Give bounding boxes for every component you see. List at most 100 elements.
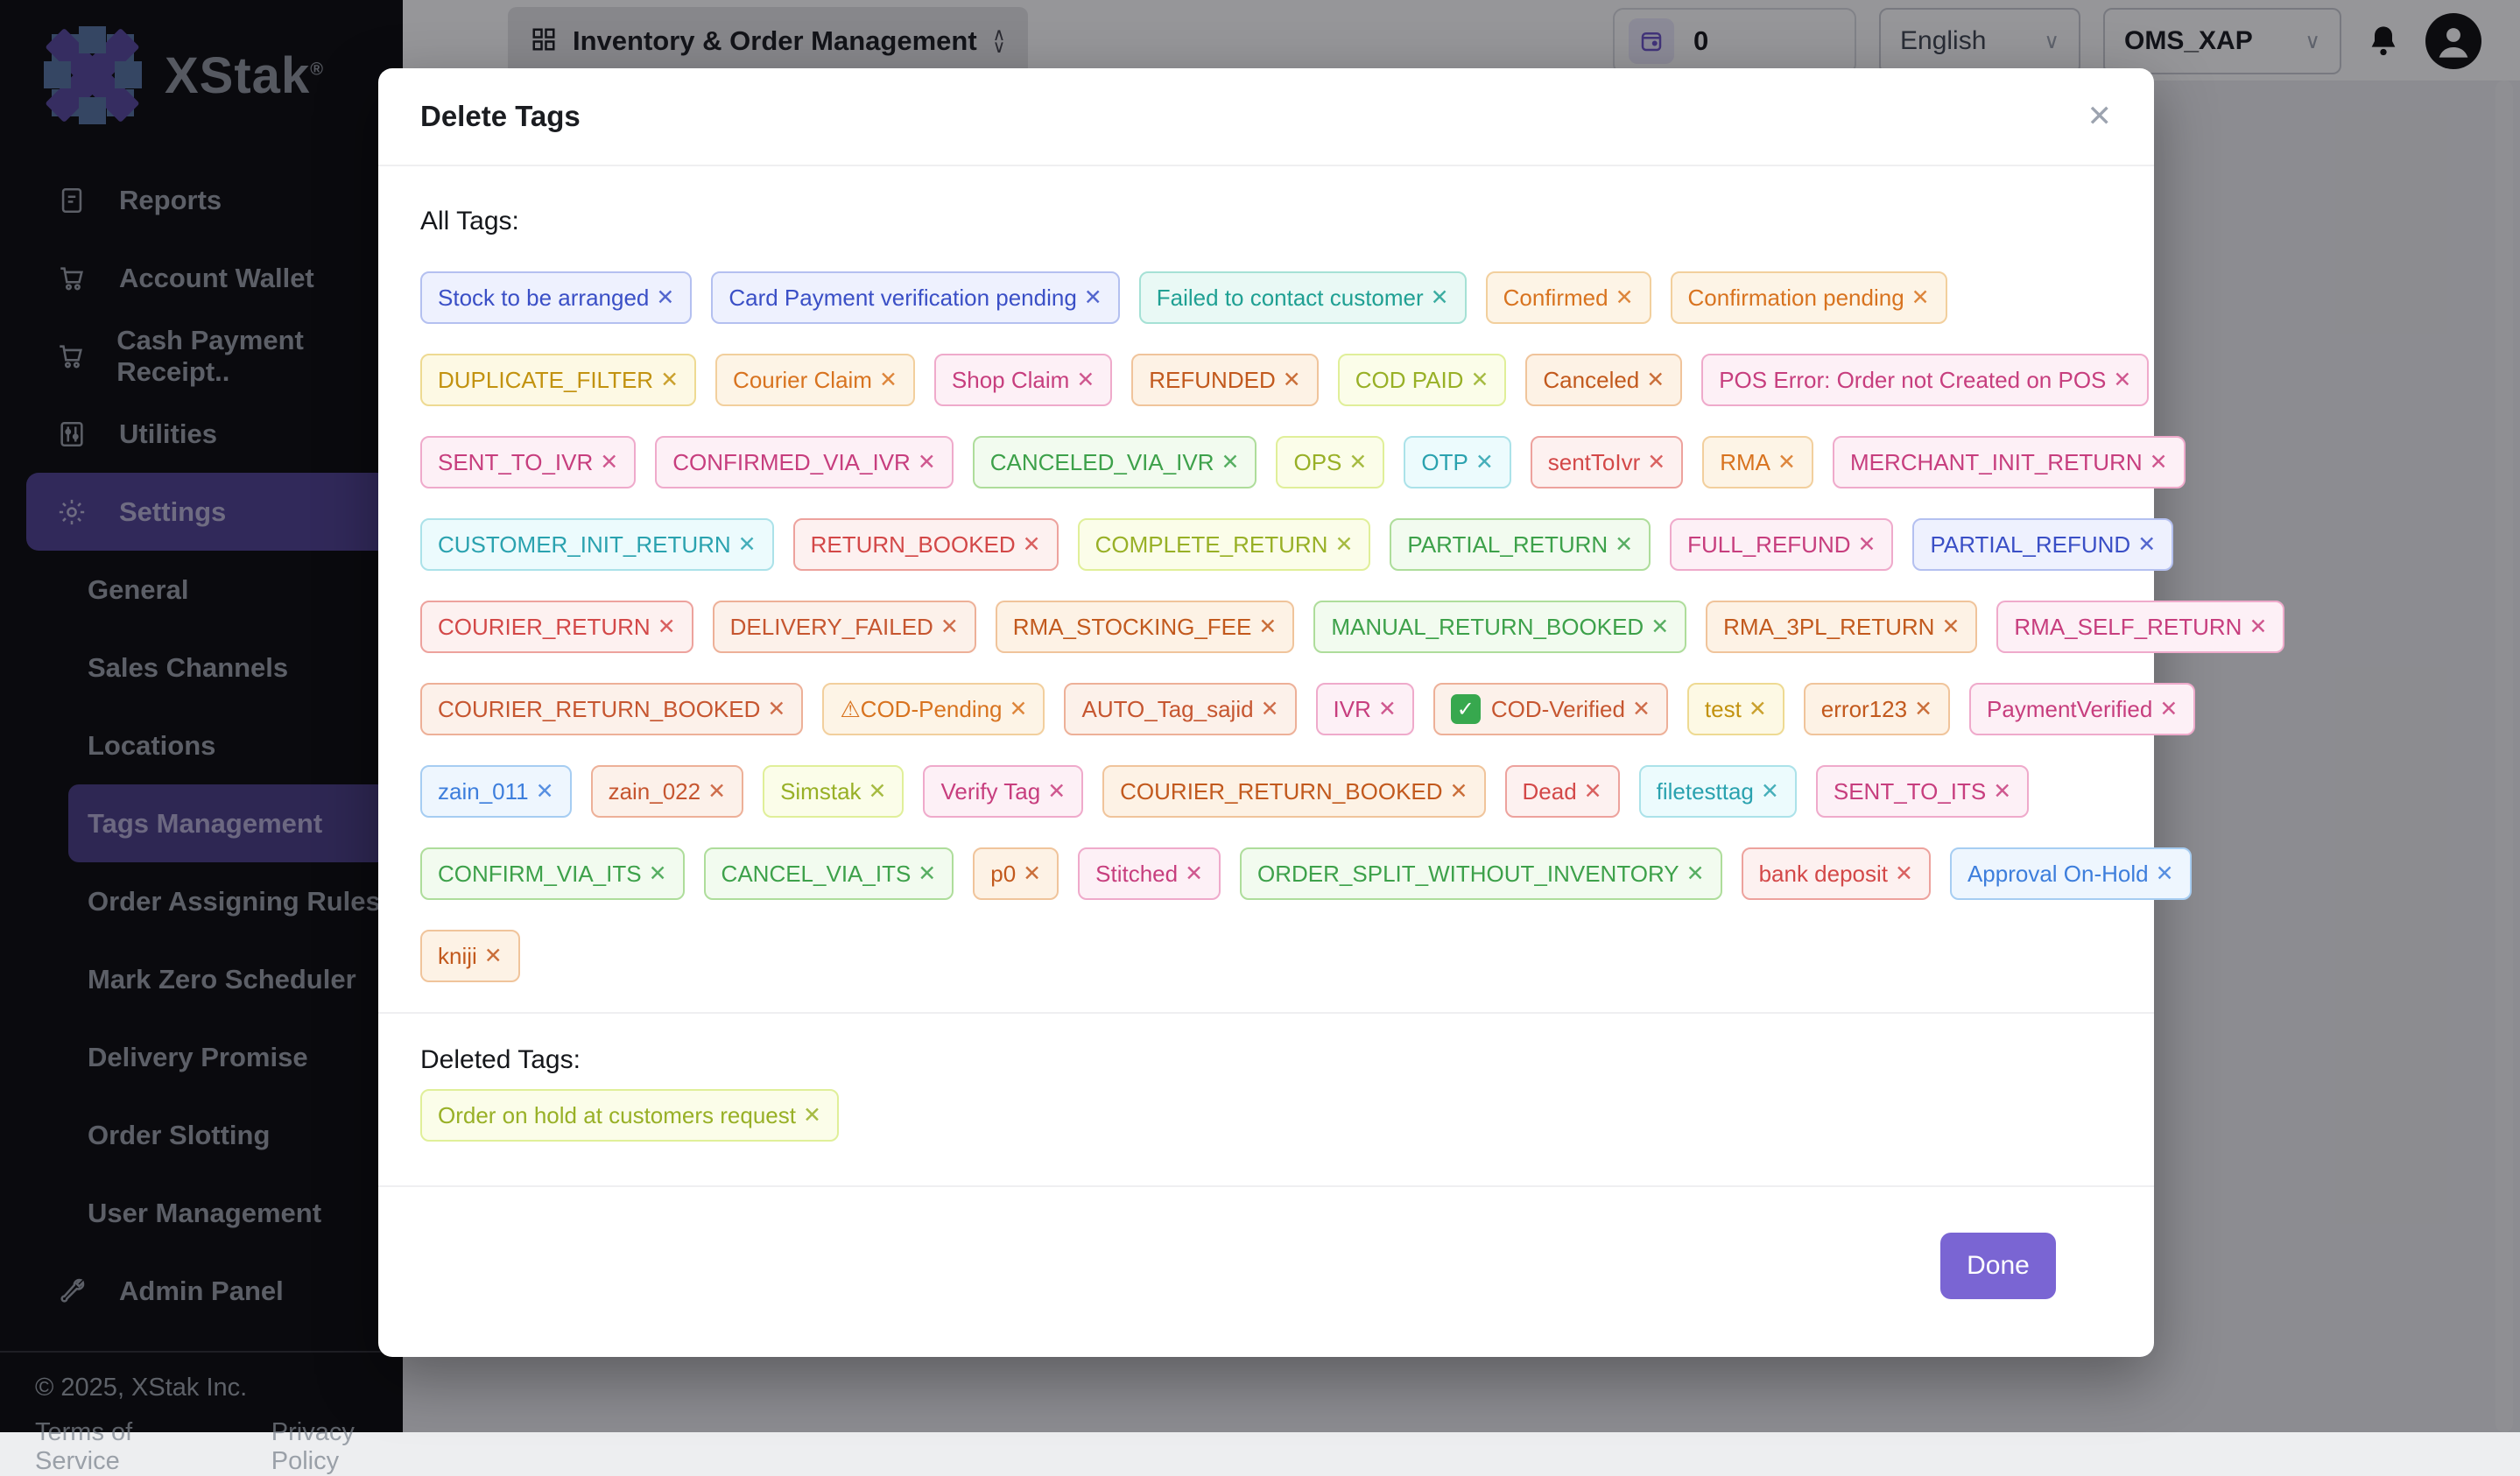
tag-chip[interactable]: Dead✕ xyxy=(1505,765,1620,818)
tag-chip[interactable]: SENT_TO_ITS✕ xyxy=(1816,765,2029,818)
remove-tag-icon[interactable]: ✕ xyxy=(879,367,897,393)
remove-tag-icon[interactable]: ✕ xyxy=(1221,449,1240,475)
tag-chip[interactable]: Canceled✕ xyxy=(1525,354,1682,406)
remove-tag-icon[interactable]: ✕ xyxy=(1632,696,1651,722)
tag-chip[interactable]: COURIER_RETURN✕ xyxy=(420,601,693,653)
tag-chip[interactable]: RETURN_BOOKED✕ xyxy=(793,518,1059,571)
remove-tag-icon[interactable]: ✕ xyxy=(1475,449,1494,475)
tag-chip[interactable]: kniji✕ xyxy=(420,930,520,982)
tag-chip[interactable]: OTP✕ xyxy=(1404,436,1510,488)
remove-tag-icon[interactable]: ✕ xyxy=(649,861,667,887)
tag-chip[interactable]: OPS✕ xyxy=(1276,436,1384,488)
tag-chip[interactable]: ORDER_SPLIT_WITHOUT_INVENTORY✕ xyxy=(1240,847,1722,900)
tag-chip[interactable]: CUSTOMER_INIT_RETURN✕ xyxy=(420,518,774,571)
tag-chip[interactable]: error123✕ xyxy=(1804,683,1950,735)
tag-chip[interactable]: zain_022✕ xyxy=(591,765,744,818)
tag-chip[interactable]: test✕ xyxy=(1687,683,1784,735)
remove-tag-icon[interactable]: ✕ xyxy=(2137,531,2156,558)
tag-chip[interactable]: Confirmed✕ xyxy=(1486,271,1651,324)
tag-chip[interactable]: REFUNDED✕ xyxy=(1131,354,1318,406)
remove-tag-icon[interactable]: ✕ xyxy=(1334,531,1353,558)
tag-chip[interactable]: Verify Tag✕ xyxy=(923,765,1083,818)
remove-tag-icon[interactable]: ✕ xyxy=(1651,614,1669,640)
tag-chip[interactable]: MERCHANT_INIT_RETURN✕ xyxy=(1833,436,2186,488)
tag-chip[interactable]: SENT_TO_IVR✕ xyxy=(420,436,636,488)
remove-tag-icon[interactable]: ✕ xyxy=(1450,778,1468,805)
remove-tag-icon[interactable]: ✕ xyxy=(2156,861,2174,887)
remove-tag-icon[interactable]: ✕ xyxy=(1777,449,1796,475)
remove-tag-icon[interactable]: ✕ xyxy=(1185,861,1203,887)
tag-chip[interactable]: CONFIRM_VIA_ITS✕ xyxy=(420,847,685,900)
remove-tag-icon[interactable]: ✕ xyxy=(1584,778,1602,805)
remove-tag-icon[interactable]: ✕ xyxy=(1283,367,1301,393)
tag-chip[interactable]: DUPLICATE_FILTER✕ xyxy=(420,354,696,406)
tag-chip[interactable]: COD PAID✕ xyxy=(1338,354,1507,406)
remove-tag-icon[interactable]: ✕ xyxy=(2150,449,2168,475)
tag-chip[interactable]: Approval On-Hold✕ xyxy=(1950,847,2192,900)
remove-tag-icon[interactable]: ✕ xyxy=(656,285,674,311)
remove-tag-icon[interactable]: ✕ xyxy=(1914,696,1932,722)
tag-chip[interactable]: CONFIRMED_VIA_IVR✕ xyxy=(655,436,954,488)
remove-tag-icon[interactable]: ✕ xyxy=(1941,614,1960,640)
tag-chip[interactable]: COURIER_RETURN_BOOKED✕ xyxy=(1102,765,1485,818)
tag-chip[interactable]: RMA✕ xyxy=(1702,436,1813,488)
tag-chip[interactable]: filetesttag✕ xyxy=(1639,765,1797,818)
tag-chip[interactable]: ✓COD-Verified✕ xyxy=(1433,683,1668,735)
tag-chip[interactable]: Card Payment verification pending✕ xyxy=(711,271,1119,324)
tag-chip[interactable]: PARTIAL_RETURN✕ xyxy=(1390,518,1651,571)
remove-tag-icon[interactable]: ✕ xyxy=(484,943,503,969)
tag-chip[interactable]: MANUAL_RETURN_BOOKED✕ xyxy=(1313,601,1686,653)
tag-chip[interactable]: p0✕ xyxy=(973,847,1059,900)
remove-tag-icon[interactable]: ✕ xyxy=(1615,285,1634,311)
tag-chip[interactable]: Order on hold at customers request✕ xyxy=(420,1089,839,1142)
remove-tag-icon[interactable]: ✕ xyxy=(2249,614,2267,640)
tag-chip[interactable]: POS Error: Order not Created on POS✕ xyxy=(1701,354,2149,406)
remove-tag-icon[interactable]: ✕ xyxy=(1647,449,1665,475)
remove-tag-icon[interactable]: ✕ xyxy=(940,614,959,640)
tag-chip[interactable]: COMPLETE_RETURN✕ xyxy=(1078,518,1371,571)
tag-chip[interactable]: IVR✕ xyxy=(1316,683,1414,735)
tag-chip[interactable]: RMA_3PL_RETURN✕ xyxy=(1706,601,1977,653)
remove-tag-icon[interactable]: ✕ xyxy=(1010,696,1028,722)
remove-tag-icon[interactable]: ✕ xyxy=(1911,285,1930,311)
remove-tag-icon[interactable]: ✕ xyxy=(1646,367,1665,393)
remove-tag-icon[interactable]: ✕ xyxy=(1047,778,1066,805)
remove-tag-icon[interactable]: ✕ xyxy=(1858,531,1876,558)
remove-tag-icon[interactable]: ✕ xyxy=(767,696,785,722)
tag-chip[interactable]: CANCELED_VIA_IVR✕ xyxy=(973,436,1257,488)
tag-chip[interactable]: DELIVERY_FAILED✕ xyxy=(713,601,976,653)
tag-chip[interactable]: zain_011✕ xyxy=(420,765,572,818)
remove-tag-icon[interactable]: ✕ xyxy=(1431,285,1449,311)
remove-tag-icon[interactable]: ✕ xyxy=(738,531,757,558)
remove-tag-icon[interactable]: ✕ xyxy=(1761,778,1779,805)
done-button[interactable]: Done xyxy=(1940,1233,2056,1299)
remove-tag-icon[interactable]: ✕ xyxy=(1615,531,1633,558)
remove-tag-icon[interactable]: ✕ xyxy=(2113,367,2131,393)
remove-tag-icon[interactable]: ✕ xyxy=(1686,861,1705,887)
tag-chip[interactable]: COURIER_RETURN_BOOKED✕ xyxy=(420,683,803,735)
tag-chip[interactable]: PARTIAL_REFUND✕ xyxy=(1912,518,2173,571)
tag-chip[interactable]: FULL_REFUND✕ xyxy=(1670,518,1893,571)
tag-chip[interactable]: Confirmation pending✕ xyxy=(1671,271,1947,324)
tag-chip[interactable]: Stock to be arranged✕ xyxy=(420,271,692,324)
tag-chip[interactable]: ⚠COD-Pending✕ xyxy=(822,683,1045,735)
remove-tag-icon[interactable]: ✕ xyxy=(1378,696,1397,722)
remove-tag-icon[interactable]: ✕ xyxy=(660,367,679,393)
tag-chip[interactable]: sentToIvr✕ xyxy=(1531,436,1683,488)
remove-tag-icon[interactable]: ✕ xyxy=(707,778,726,805)
tag-chip[interactable]: CANCEL_VIA_ITS✕ xyxy=(704,847,954,900)
remove-tag-icon[interactable]: ✕ xyxy=(1993,778,2011,805)
tag-chip[interactable]: Failed to contact customer✕ xyxy=(1139,271,1467,324)
remove-tag-icon[interactable]: ✕ xyxy=(1749,696,1767,722)
tag-chip[interactable]: RMA_SELF_RETURN✕ xyxy=(1996,601,2284,653)
remove-tag-icon[interactable]: ✕ xyxy=(918,449,936,475)
remove-tag-icon[interactable]: ✕ xyxy=(1023,861,1041,887)
remove-tag-icon[interactable]: ✕ xyxy=(600,449,618,475)
tag-chip[interactable]: Stitched✕ xyxy=(1078,847,1221,900)
remove-tag-icon[interactable]: ✕ xyxy=(536,778,554,805)
tag-chip[interactable]: AUTO_Tag_sajid✕ xyxy=(1064,683,1296,735)
remove-tag-icon[interactable]: ✕ xyxy=(658,614,676,640)
remove-tag-icon[interactable]: ✕ xyxy=(1023,531,1041,558)
remove-tag-icon[interactable]: ✕ xyxy=(2159,696,2178,722)
remove-tag-icon[interactable]: ✕ xyxy=(1470,367,1489,393)
